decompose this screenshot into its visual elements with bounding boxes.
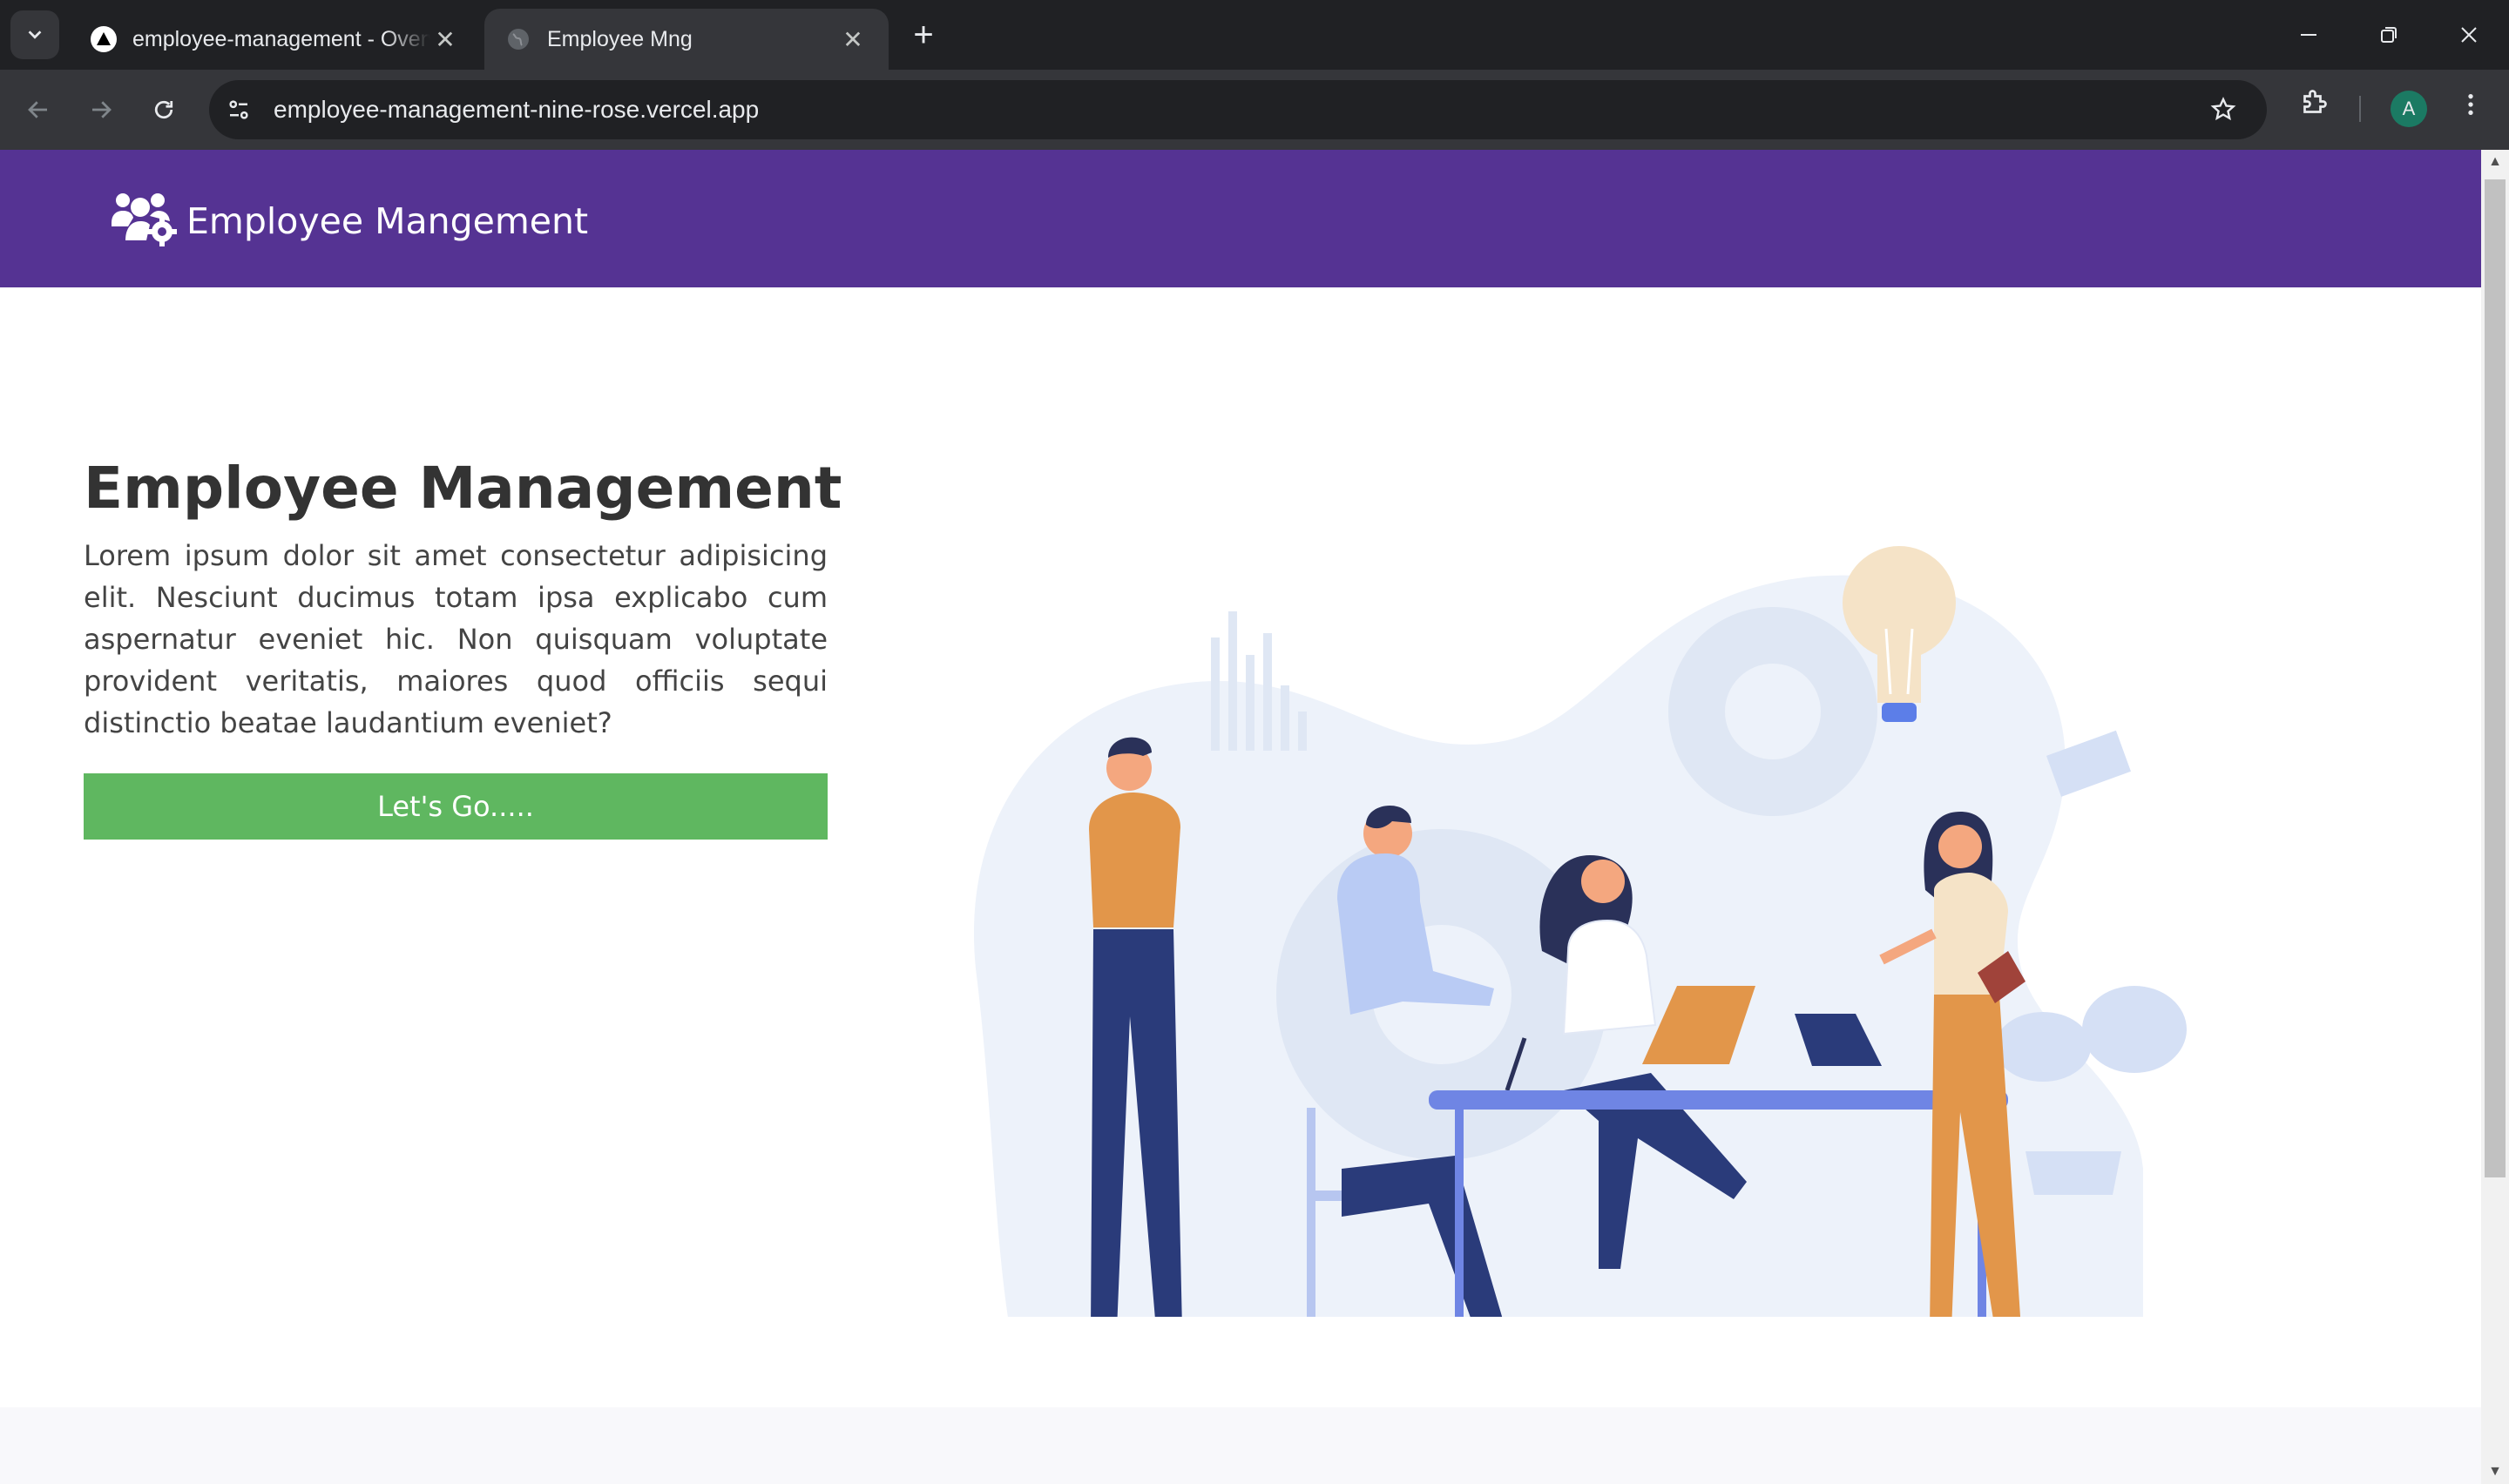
site-info-icon[interactable] (221, 92, 256, 127)
navbar-brand[interactable]: Employee Mangement (108, 190, 588, 252)
vercel-icon (91, 26, 117, 52)
chevron-down-icon (28, 30, 42, 39)
team-meeting-illustration (974, 546, 2187, 1317)
extensions-icon[interactable] (2298, 87, 2330, 123)
reload-icon (154, 100, 173, 119)
brand-title: Employee Mangement (186, 199, 589, 242)
minimize-icon (2301, 34, 2316, 36)
hero-description: Lorem ipsum dolor sit amet consectetur a… (84, 539, 828, 739)
page-viewport: Employee Mangement Employee Management L… (0, 150, 2481, 1484)
arrow-right-icon (92, 101, 112, 118)
reload-button[interactable] (141, 87, 186, 132)
tab-title: employee-management - Overview (132, 26, 430, 51)
tab-title: Employee Mng (547, 26, 693, 51)
minimize-button[interactable] (2269, 0, 2349, 70)
scroll-up-arrow-icon[interactable]: ▲ (2486, 153, 2504, 171)
toolbar-separator (2359, 96, 2361, 122)
tab-overview[interactable]: employee-management - Overview ✕ (70, 9, 481, 70)
hero-title: Employee Management (84, 455, 842, 522)
close-window-button[interactable] (2429, 0, 2509, 70)
url-text: employee-management-nine-rose.vercel.app (274, 96, 760, 123)
scroll-down-arrow-icon[interactable]: ▼ (2486, 1463, 2504, 1481)
close-icon[interactable]: ✕ (430, 24, 460, 54)
kebab-menu-icon[interactable] (2457, 91, 2485, 123)
address-bar[interactable]: employee-management-nine-rose.vercel.app (209, 80, 2267, 139)
users-cog-icon (108, 190, 178, 252)
restore-icon (2381, 27, 2397, 43)
tab-search-button[interactable] (10, 10, 59, 59)
profile-avatar[interactable]: A (2391, 91, 2427, 127)
tab-employee-mng[interactable]: Employee Mng ✕ (484, 9, 889, 70)
back-button[interactable] (16, 87, 61, 132)
navbar: Employee Mangement (0, 150, 2481, 287)
footer-band (0, 1407, 2481, 1484)
scroll-thumb[interactable] (2485, 179, 2506, 1177)
tab-strip: employee-management - Overview ✕ Employe… (0, 0, 2509, 70)
new-tab-button[interactable]: + (906, 17, 941, 52)
bookmark-star-icon[interactable] (2209, 96, 2237, 128)
lets-go-button[interactable]: Let's Go..... (84, 773, 828, 840)
close-icon (2461, 27, 2477, 43)
arrow-left-icon (28, 101, 47, 118)
browser-toolbar: employee-management-nine-rose.vercel.app (0, 70, 2509, 150)
forward-button[interactable] (78, 87, 124, 132)
globe-icon (505, 26, 531, 52)
close-icon[interactable]: ✕ (838, 24, 868, 54)
page-scrollbar[interactable]: ▲ ▼ (2481, 150, 2509, 1484)
restore-button[interactable] (2349, 0, 2429, 70)
